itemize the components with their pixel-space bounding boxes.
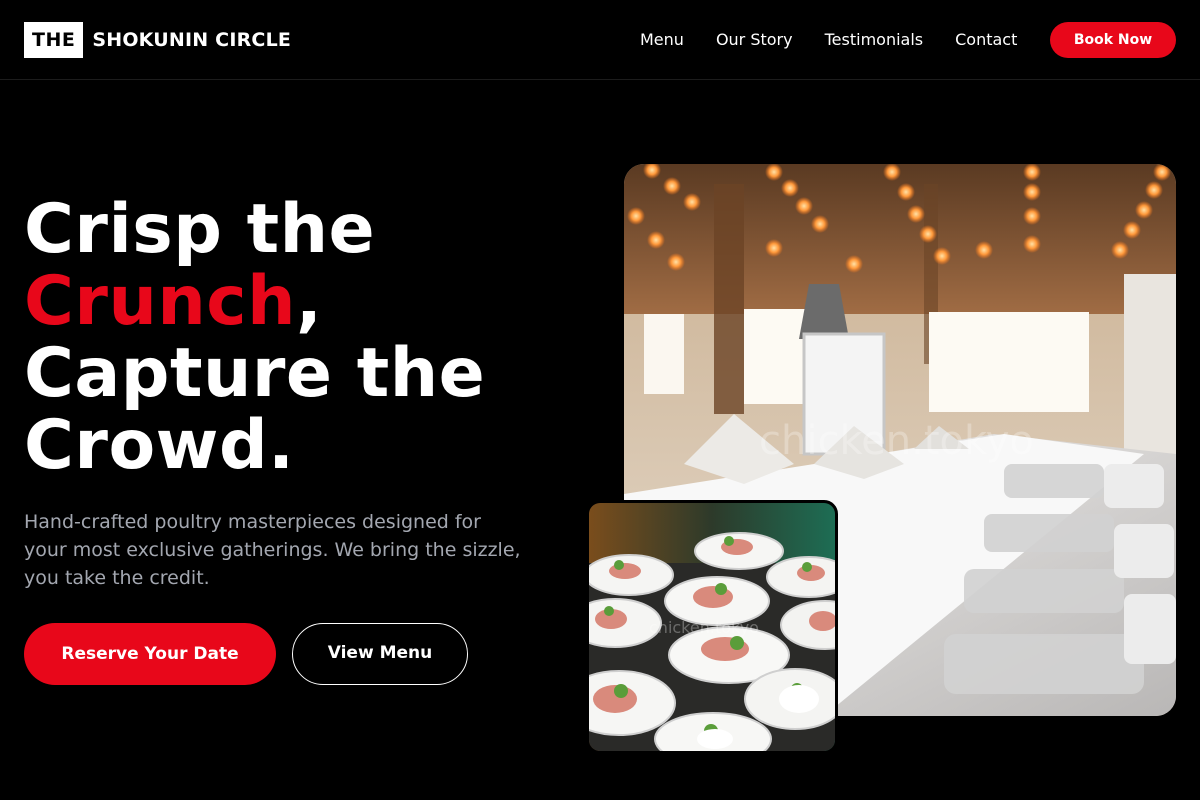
nav-links: Menu Our Story Testimonials Contact bbox=[640, 30, 1049, 49]
hero-title-line4: Crowd. bbox=[24, 406, 295, 485]
hero-title-line3: Capture the bbox=[24, 334, 486, 413]
top-nav: THE SHOKUNIN CIRCLE Menu Our Story Testi… bbox=[0, 0, 1200, 80]
nav-link-our-story[interactable]: Our Story bbox=[716, 30, 793, 49]
view-menu-button[interactable]: View Menu bbox=[292, 623, 468, 685]
dishes-photo-art: chicken.tokyo bbox=[589, 503, 835, 751]
reserve-date-button[interactable]: Reserve Your Date bbox=[24, 623, 276, 685]
venue-watermark: chicken.tokyo bbox=[759, 418, 1034, 464]
dishes-watermark: chicken.tokyo bbox=[649, 618, 759, 637]
nav-link-contact[interactable]: Contact bbox=[955, 30, 1017, 49]
logo[interactable]: THE SHOKUNIN CIRCLE bbox=[24, 22, 291, 58]
nav-link-testimonials[interactable]: Testimonials bbox=[825, 30, 924, 49]
book-now-button[interactable]: Book Now bbox=[1050, 22, 1176, 58]
logo-box: THE bbox=[24, 22, 84, 58]
nav-link-menu[interactable]: Menu bbox=[640, 30, 684, 49]
logo-text: SHOKUNIN CIRCLE bbox=[92, 29, 292, 51]
hero-title-line1: Crisp the bbox=[24, 190, 376, 269]
dishes-photo: chicken.tokyo bbox=[586, 500, 838, 754]
hero-title-highlight: Crunch bbox=[24, 262, 296, 341]
hero-subtitle: Hand-crafted poultry masterpieces design… bbox=[24, 511, 521, 589]
hero-title-comma: , bbox=[295, 262, 323, 341]
hero-title: Crisp the Crunch, Capture the Crowd. bbox=[24, 194, 485, 482]
